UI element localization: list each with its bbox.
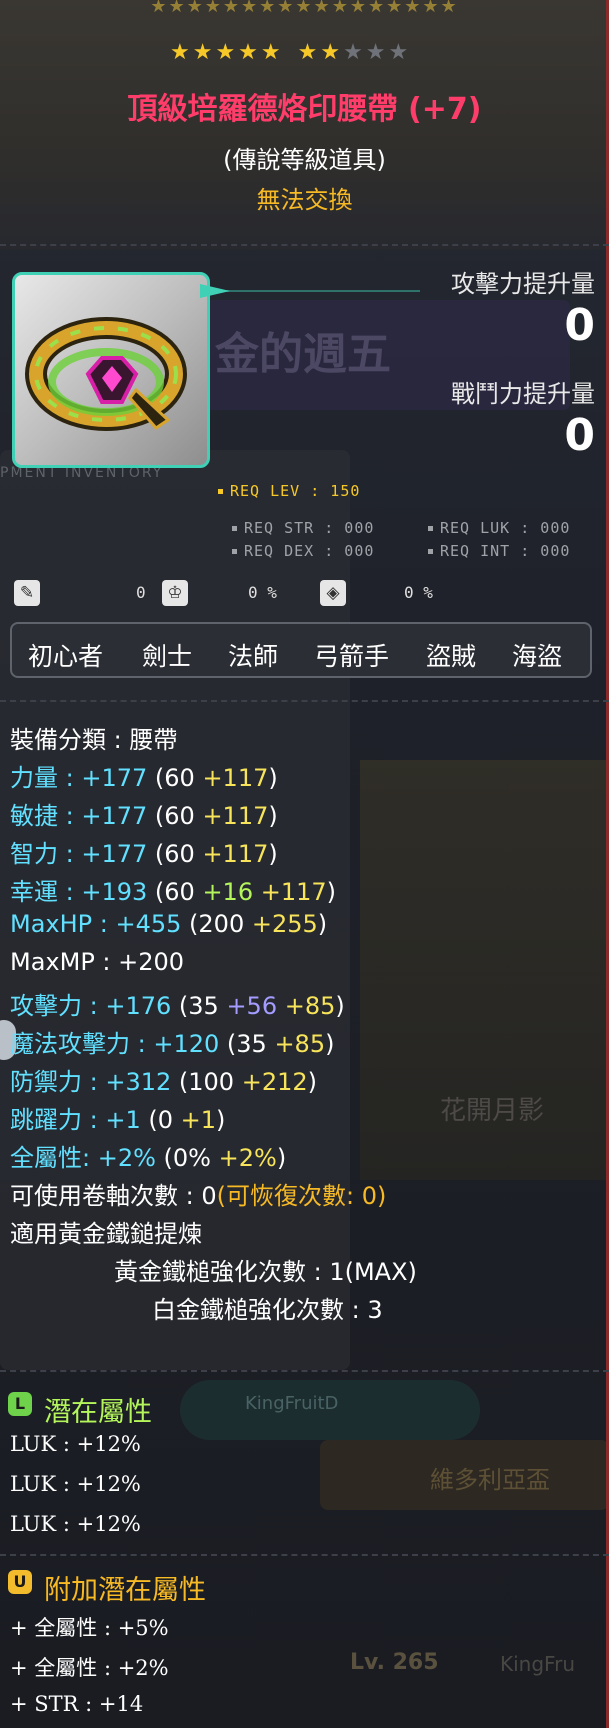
divider: [0, 244, 609, 246]
divider: [0, 1554, 609, 1556]
potential-line-3: LUK : +12%: [10, 1512, 141, 1536]
bg-guild-name: KingFruitD: [245, 1393, 339, 1414]
additional-line-2: + 全屬性 : +2%: [10, 1656, 169, 1680]
job-pirate: 海盜: [512, 642, 563, 671]
scroll-slots: 可使用卷軸次數 : 0(可恢復次數: 0): [10, 1182, 387, 1210]
top-star-strip: ★★★★★★★★★★★★★★★★★: [150, 0, 459, 17]
item-tooltip: 金的週五 PMENT INVENTORY 花開月影 KingFruitD 維多利…: [0, 0, 609, 1728]
starforce-stars: ★★★★★ ★★★★★: [170, 40, 411, 65]
potential-line-1: LUK : +12%: [10, 1432, 141, 1456]
golden-hammer-applicable: 適用黃金鐵鎚提煉: [10, 1220, 202, 1248]
req-dex: REQ DEX : 000: [232, 542, 374, 560]
job-beginner: 初心者: [28, 642, 104, 671]
pet-value: 0 %: [248, 583, 277, 602]
bg-flower-text: 花開月影: [440, 1096, 545, 1126]
stat-int: 智力 : +177 (60 +117): [10, 840, 278, 868]
job-magician: 法師: [228, 642, 279, 671]
shield-icon: ◈: [320, 580, 346, 606]
stat-luk: 幸運 : +193 (60 +16 +117): [10, 878, 337, 906]
divider: [0, 1370, 609, 1372]
stat-dex: 敏捷 : +177 (60 +117): [10, 802, 278, 830]
equip-category: 裝備分類 : 腰帶: [10, 726, 178, 754]
potential-icon: L: [8, 1392, 32, 1416]
item-name: 頂級培羅德烙印腰帶 (+7): [127, 92, 482, 127]
job-archer: 弓箭手: [314, 642, 390, 671]
additional-line-1: + 全屬性 : +5%: [10, 1616, 169, 1640]
legendary-line: [200, 290, 420, 292]
job-class-box: 初心者 劍士 法師 弓箭手 盜賊 海盜: [10, 622, 592, 678]
stat-all: 全屬性: +2% (0% +2%): [10, 1144, 287, 1172]
additional-line-3: + STR : +14: [10, 1692, 144, 1716]
belt-icon: [25, 317, 187, 431]
additional-potential-icon: U: [8, 1570, 32, 1594]
pet-icon: ♔: [162, 580, 188, 606]
bg-cup-text: 維多利亞盃: [430, 1466, 550, 1494]
bg-player-level: Lv. 265: [350, 1650, 439, 1675]
stat-attack: 攻擊力 : +176 (35 +56 +85): [10, 992, 345, 1020]
starforce-empty-group2: ★★★: [343, 40, 412, 65]
shield-value: 0 %: [404, 583, 433, 602]
req-str: REQ STR : 000: [232, 519, 374, 537]
stat-jump: 跳躍力 : +1 (0 +1): [10, 1106, 226, 1134]
stat-defense: 防禦力 : +312 (100 +212): [10, 1068, 318, 1096]
potential-line-2: LUK : +12%: [10, 1472, 141, 1496]
platinum-hammer-count: 白金鐵槌強化次數 : 3: [152, 1296, 383, 1324]
stat-maxhp: MaxHP : +455 (200 +255): [10, 910, 328, 938]
stat-magic-attack: 魔法攻擊力 : +120 (35 +85): [10, 1030, 335, 1058]
attack-increase-value: 0: [564, 300, 595, 351]
bg-player-name: KingFru: [500, 1652, 575, 1676]
potential-title: 潛在屬性: [44, 1397, 152, 1428]
golden-hammer-count: 黃金鐵槌強化次數 : 1(MAX): [114, 1258, 417, 1286]
req-level: REQ LEV : 150: [218, 482, 360, 500]
combat-power-label: 戰鬥力提升量: [451, 380, 595, 408]
starforce-filled-group1: ★★★★★: [170, 40, 284, 65]
req-int: REQ INT : 000: [428, 542, 570, 560]
req-luk: REQ LUK : 000: [428, 519, 570, 537]
item-trade-status: 無法交換: [256, 186, 353, 214]
set-effect-value: 0: [136, 583, 146, 602]
legendary-tab: [200, 284, 230, 298]
stat-maxmp: MaxMP : +200: [10, 948, 185, 976]
set-effect-icon: ✎: [14, 580, 40, 606]
attack-increase-label: 攻擊力提升量: [451, 270, 595, 298]
additional-potential-title: 附加潛在屬性: [44, 1575, 206, 1606]
item-grade: (傳說等級道具): [223, 146, 386, 174]
divider: [0, 700, 609, 702]
bg-banner-text: 金的週五: [215, 329, 391, 380]
combat-power-value: 0: [564, 410, 595, 461]
starforce-filled-group2: ★★: [297, 40, 344, 65]
stat-str: 力量 : +177 (60 +117): [10, 764, 278, 792]
job-thief: 盜賊: [426, 642, 477, 671]
job-warrior: 劍士: [142, 642, 193, 671]
